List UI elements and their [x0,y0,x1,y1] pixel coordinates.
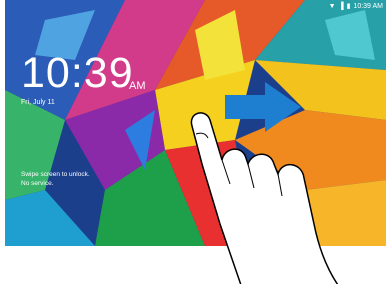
pointing-hand-icon [190,112,339,284]
lockscreen-clock: 10:39 [21,49,134,97]
unlock-hint: Swipe screen to unlock. No service. [21,170,90,188]
lockscreen-ampm: AM [129,80,146,92]
status-bar: ▼ ▐ ▮ 10:39 AM [5,0,386,12]
unlock-hint-text: Swipe screen to unlock. [21,171,90,178]
signal-icon: ▐ [338,2,344,10]
service-status-text: No service. [21,180,54,187]
wifi-icon: ▼ [328,2,336,10]
lockscreen-date: Fri, July 11 [21,99,55,106]
status-time: 10:39 AM [353,2,383,10]
battery-icon: ▮ [346,2,351,10]
